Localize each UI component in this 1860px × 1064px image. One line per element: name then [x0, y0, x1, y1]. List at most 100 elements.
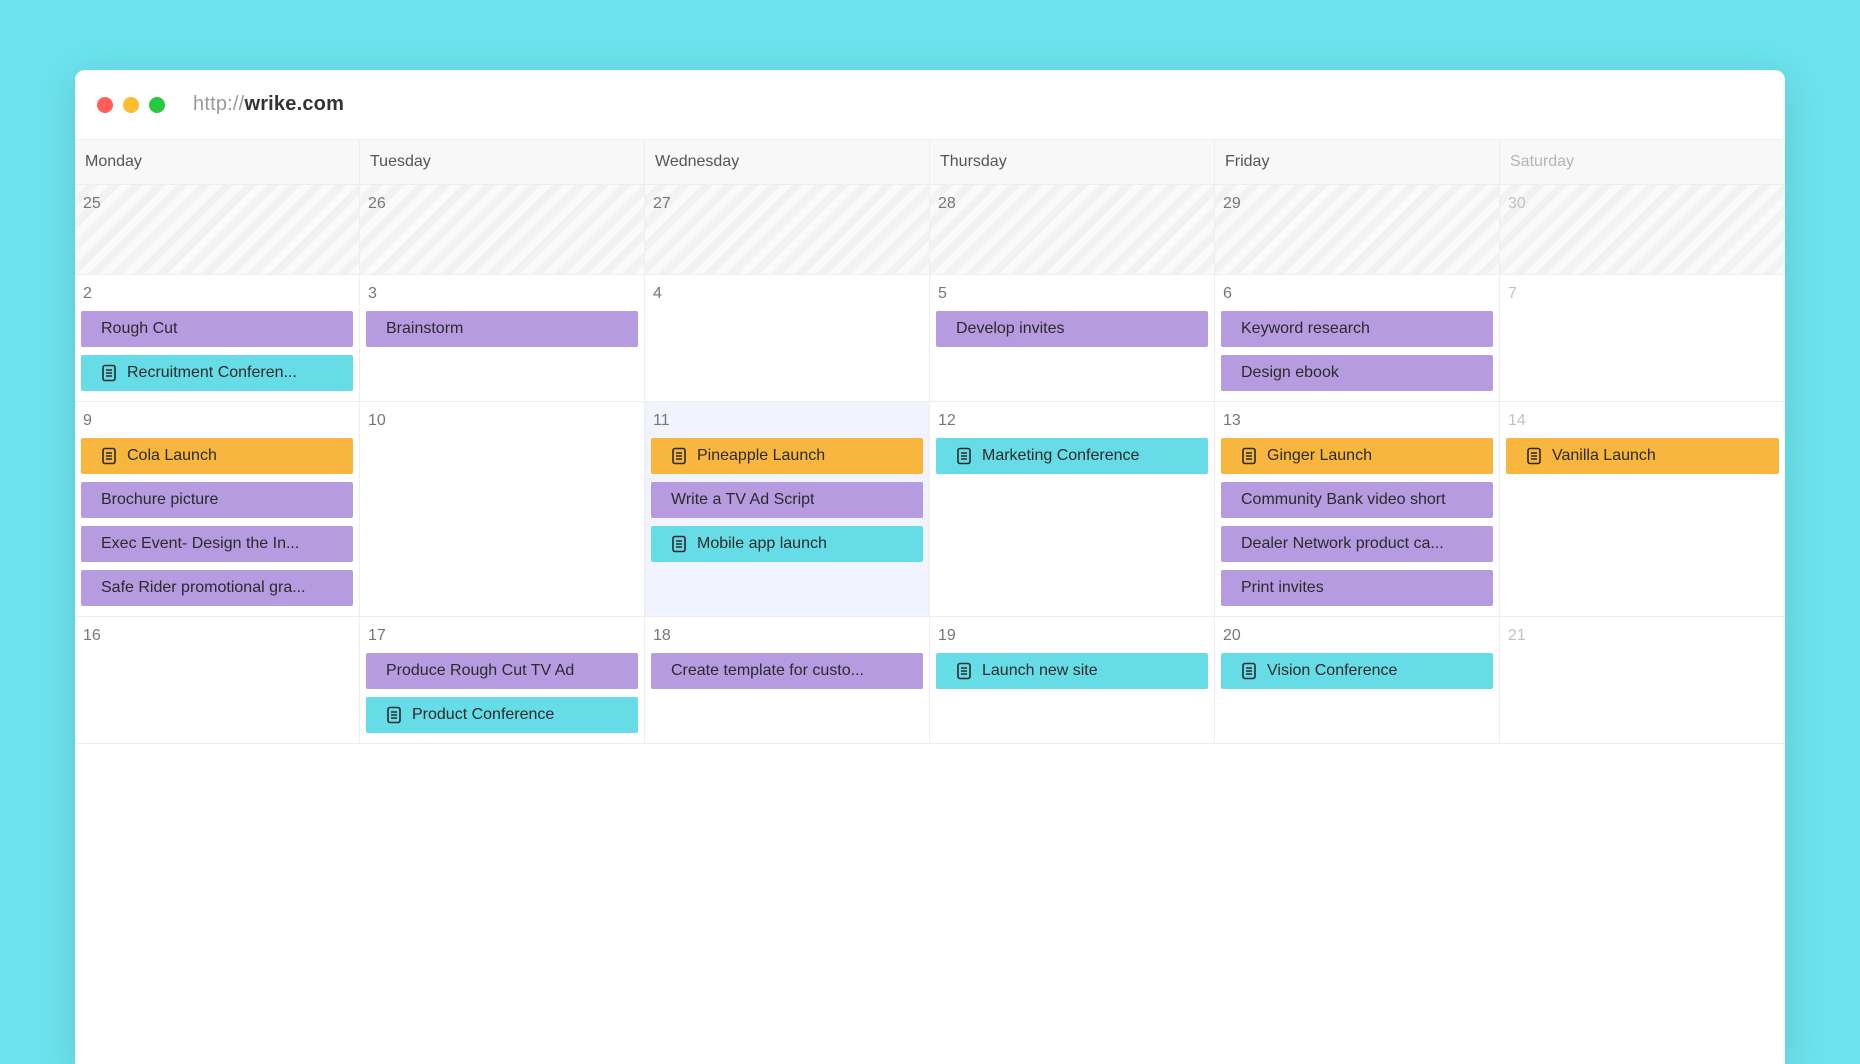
day-number: 25	[83, 195, 353, 213]
calendar-event[interactable]: Safe Rider promotional gra...	[81, 570, 353, 606]
day-number: 4	[653, 285, 923, 303]
calendar-event[interactable]: Mobile app launch	[651, 526, 923, 562]
event-label: Product Conference	[412, 706, 554, 724]
calendar-event[interactable]: Cola Launch	[81, 438, 353, 474]
day-number: 2	[83, 285, 353, 303]
event-label: Create template for custo...	[671, 662, 864, 680]
window-controls	[97, 97, 165, 113]
day-header: Saturday	[1500, 140, 1785, 184]
document-icon	[956, 662, 972, 680]
day-cell[interactable]: 14 Vanilla Launch	[1500, 402, 1785, 616]
event-label: Safe Rider promotional gra...	[101, 579, 306, 597]
calendar-event[interactable]: Vanilla Launch	[1506, 438, 1779, 474]
calendar-event[interactable]: Recruitment Conferen...	[81, 355, 353, 391]
url-domain: wrike.com	[244, 93, 344, 115]
event-label: Produce Rough Cut TV Ad	[386, 662, 574, 680]
calendar-event[interactable]: Dealer Network product ca...	[1221, 526, 1493, 562]
calendar-event[interactable]: Product Conference	[366, 697, 638, 733]
day-cell[interactable]: 5Develop invites	[930, 275, 1215, 401]
calendar-event[interactable]: Ginger Launch	[1221, 438, 1493, 474]
calendar-event[interactable]: Print invites	[1221, 570, 1493, 606]
calendar-week: 2 Rough Cut Recruitment Conferen... 3 Brains…	[75, 275, 1785, 402]
event-label: Dealer Network product ca...	[1241, 535, 1444, 553]
maximize-window-icon[interactable]	[149, 97, 165, 113]
events-list: Develop invites	[936, 311, 1208, 347]
events-list: Produce Rough Cut TV Ad Product Conferenc…	[366, 653, 638, 733]
close-window-icon[interactable]	[97, 97, 113, 113]
calendar-event[interactable]: Design ebook	[1221, 355, 1493, 391]
day-cell[interactable]: 7	[1500, 275, 1785, 401]
day-cell[interactable]: 18Create template for custo...	[645, 617, 930, 743]
calendar-week: 25 26 27 282930	[75, 185, 1785, 275]
day-cell[interactable]: 29	[1215, 185, 1500, 274]
day-cell[interactable]: 16	[75, 617, 360, 743]
day-cell[interactable]: 20 Vision Conference	[1215, 617, 1500, 743]
day-cell[interactable]: 27	[645, 185, 930, 274]
event-label: Brochure picture	[101, 491, 218, 509]
url-prefix: http://	[193, 93, 244, 115]
event-label: Mobile app launch	[697, 535, 827, 553]
day-cell[interactable]: 19 Launch new site	[930, 617, 1215, 743]
events-list: Launch new site	[936, 653, 1208, 689]
day-number: 11	[653, 412, 923, 430]
events-list: Vision Conference	[1221, 653, 1493, 689]
calendar-event[interactable]: Marketing Conference	[936, 438, 1208, 474]
browser-chrome: http://wrike.com	[75, 70, 1785, 140]
day-number: 10	[368, 412, 638, 430]
calendar-event[interactable]: Write a TV Ad Script	[651, 482, 923, 518]
calendar: MondayTuesdayWednesdayThursdayFridaySatu…	[75, 140, 1785, 1064]
day-cell[interactable]: 26	[360, 185, 645, 274]
day-cell[interactable]: 4	[645, 275, 930, 401]
calendar-event[interactable]: Brainstorm	[366, 311, 638, 347]
day-cell[interactable]: 3 Brainstorm	[360, 275, 645, 401]
calendar-event[interactable]: Launch new site	[936, 653, 1208, 689]
day-cell[interactable]: 2 Rough Cut Recruitment Conferen...	[75, 275, 360, 401]
calendar-event[interactable]: Pineapple Launch	[651, 438, 923, 474]
day-cell[interactable]: 6Keyword researchDesign ebook	[1215, 275, 1500, 401]
calendar-week: 9Cola LaunchBrochure pictureExec Event- …	[75, 402, 1785, 617]
calendar-event[interactable]: Community Bank video short	[1221, 482, 1493, 518]
calendar-event[interactable]: Vision Conference	[1221, 653, 1493, 689]
day-cell[interactable]: 28	[930, 185, 1215, 274]
day-header: Friday	[1215, 140, 1500, 184]
event-label: Cola Launch	[127, 447, 217, 465]
day-cell[interactable]: 9Cola LaunchBrochure pictureExec Event- …	[75, 402, 360, 616]
document-icon	[1241, 662, 1257, 680]
day-cell[interactable]: 10	[360, 402, 645, 616]
day-cell[interactable]: 30	[1500, 185, 1785, 274]
event-label: Vanilla Launch	[1552, 447, 1656, 465]
events-list: Vanilla Launch	[1506, 438, 1779, 474]
event-label: Community Bank video short	[1241, 491, 1446, 509]
day-cell[interactable]: 17Produce Rough Cut TV AdProduct Confere…	[360, 617, 645, 743]
day-number: 20	[1223, 627, 1493, 645]
event-label: Brainstorm	[386, 320, 463, 338]
event-label: Pineapple Launch	[697, 447, 825, 465]
events-list: Marketing Conference	[936, 438, 1208, 474]
day-number: 14	[1508, 412, 1779, 430]
day-cell[interactable]: 13Ginger LaunchCommunity Bank video shor…	[1215, 402, 1500, 616]
calendar-event[interactable]: Keyword research	[1221, 311, 1493, 347]
document-icon	[101, 447, 117, 465]
day-number: 19	[938, 627, 1208, 645]
day-cell[interactable]: 21	[1500, 617, 1785, 743]
day-cell[interactable]: 11 Pineapple Launch Write a TV Ad Script Mo…	[645, 402, 930, 616]
calendar-event[interactable]: Develop invites	[936, 311, 1208, 347]
day-header: Wednesday	[645, 140, 930, 184]
url-bar[interactable]: http://wrike.com	[193, 93, 344, 116]
day-number: 27	[653, 195, 923, 213]
day-number: 26	[368, 195, 638, 213]
events-list: Pineapple Launch Write a TV Ad Script Mobi…	[651, 438, 923, 562]
calendar-event[interactable]: Rough Cut	[81, 311, 353, 347]
calendar-event[interactable]: Create template for custo...	[651, 653, 923, 689]
calendar-event[interactable]: Produce Rough Cut TV Ad	[366, 653, 638, 689]
calendar-event[interactable]: Brochure picture	[81, 482, 353, 518]
day-number: 3	[368, 285, 638, 303]
day-cell[interactable]: 25	[75, 185, 360, 274]
day-headers-row: MondayTuesdayWednesdayThursdayFridaySatu…	[75, 140, 1785, 185]
events-list: Rough Cut Recruitment Conferen...	[81, 311, 353, 391]
day-cell[interactable]: 12Marketing Conference	[930, 402, 1215, 616]
minimize-window-icon[interactable]	[123, 97, 139, 113]
calendar-event[interactable]: Exec Event- Design the In...	[81, 526, 353, 562]
document-icon	[671, 447, 687, 465]
calendar-week: 1617Produce Rough Cut TV AdProduct Confe…	[75, 617, 1785, 744]
